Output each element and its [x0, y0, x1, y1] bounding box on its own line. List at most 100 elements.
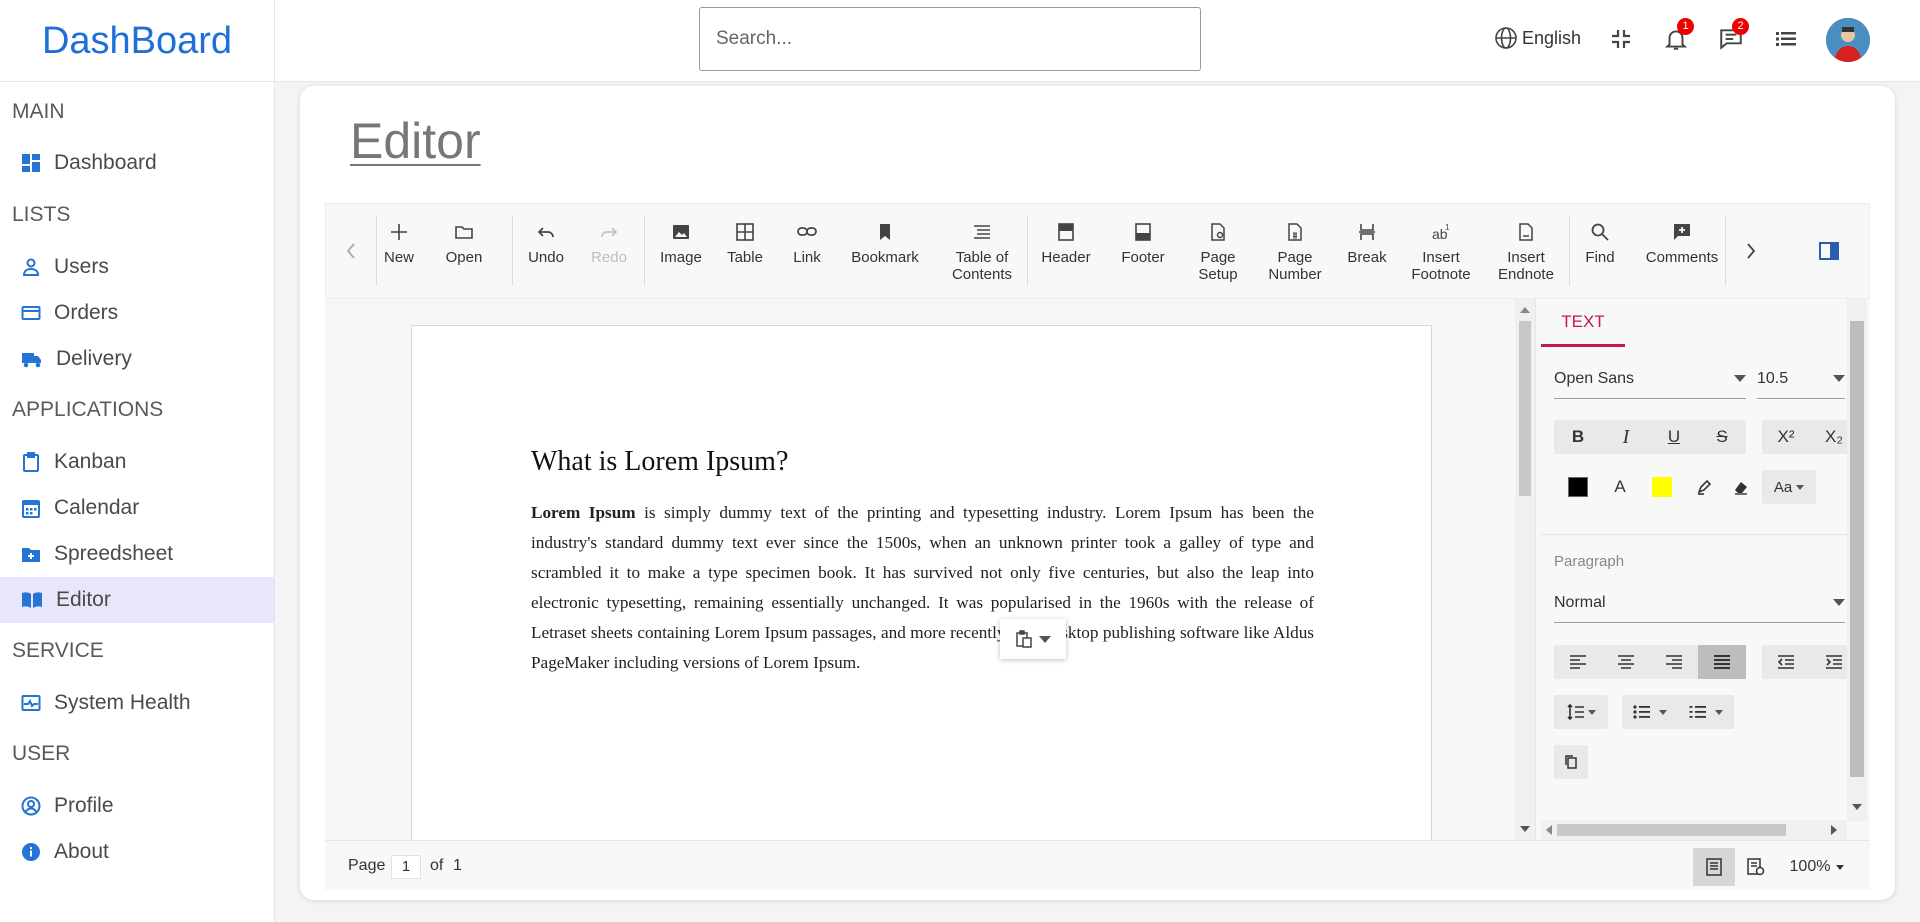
- font-family-dropdown[interactable]: Open Sans: [1554, 359, 1746, 399]
- scroll-up-arrow-icon: [1520, 307, 1530, 313]
- notifications-button[interactable]: 1: [1658, 18, 1694, 57]
- toc-icon: [972, 222, 992, 242]
- toolbar-break-button[interactable]: Break: [1346, 204, 1388, 298]
- fullscreen-exit-button[interactable]: [1603, 21, 1639, 57]
- tab-text[interactable]: TEXT: [1541, 299, 1625, 347]
- toolbar-new-button[interactable]: New: [378, 204, 420, 298]
- sidebar-item-delivery[interactable]: Delivery: [0, 336, 274, 382]
- sidebar-item-about[interactable]: About: [0, 829, 274, 875]
- font-size-dropdown[interactable]: 10.5: [1757, 359, 1845, 399]
- paragraph-style-dropdown[interactable]: Normal: [1554, 583, 1845, 623]
- messages-button[interactable]: 2: [1713, 18, 1749, 57]
- document-viewer[interactable]: What is Lorem Ipsum? Lorem Ipsum is simp…: [325, 299, 1515, 840]
- toolbar-table-of-contents-button[interactable]: Table of Contents: [945, 204, 1019, 298]
- superscript-button[interactable]: X²: [1762, 420, 1810, 454]
- search-input[interactable]: [699, 7, 1201, 71]
- bullet-list-icon: [1633, 704, 1651, 720]
- web-layout-button[interactable]: [1735, 848, 1777, 886]
- scrollbar-thumb[interactable]: [1557, 824, 1786, 836]
- toolbar-scroll-left-button[interactable]: [326, 204, 376, 298]
- toolbar-image-button[interactable]: Image: [655, 204, 707, 298]
- comment-add-icon: [1672, 222, 1692, 242]
- toolbar-page-number-button[interactable]: Page Number: [1266, 204, 1324, 298]
- sidebar-item-editor[interactable]: Editor: [0, 577, 274, 623]
- link-icon: [796, 222, 818, 242]
- indent-decrease-icon: [1777, 654, 1795, 670]
- sidebar-item-label: Calendar: [54, 496, 140, 519]
- line-spacing-dropdown[interactable]: [1554, 695, 1608, 729]
- paste-options-button[interactable]: [1000, 619, 1066, 659]
- indent-group: [1762, 645, 1858, 679]
- sidebar-item-label: Dashboard: [54, 151, 157, 174]
- sidebar-item-orders[interactable]: Orders: [0, 290, 274, 336]
- alignment-group: [1554, 645, 1746, 679]
- toolbar-redo-button[interactable]: Redo: [586, 204, 632, 298]
- paragraph-options-group: [1554, 745, 1588, 779]
- toolbar-comments-button[interactable]: Comments: [1642, 204, 1722, 298]
- list-menu-button[interactable]: [1768, 21, 1804, 57]
- toolbar-insert-endnote-button[interactable]: Insert Endnote: [1494, 204, 1558, 298]
- toolbar-find-button[interactable]: Find: [1580, 204, 1620, 298]
- page-title[interactable]: Editor: [350, 112, 481, 170]
- pane-horizontal-scrollbar[interactable]: [1541, 820, 1847, 840]
- toolbar-scroll-right-button[interactable]: [1726, 204, 1776, 298]
- decrease-indent-button[interactable]: [1762, 645, 1810, 679]
- sidebar-item-system-health[interactable]: System Health: [0, 680, 274, 726]
- avatar[interactable]: [1826, 18, 1870, 62]
- toolbar-link-button[interactable]: Link: [787, 204, 827, 298]
- align-right-button[interactable]: [1650, 645, 1698, 679]
- highlight-color-button[interactable]: [1638, 470, 1686, 504]
- scrollbar-thumb[interactable]: [1519, 321, 1531, 496]
- page-label: Page: [348, 857, 386, 874]
- language-selector[interactable]: English: [1494, 26, 1581, 50]
- justify-button[interactable]: [1698, 645, 1746, 679]
- sidebar-item-profile[interactable]: Profile: [0, 783, 274, 829]
- copy-icon: [1564, 754, 1578, 770]
- paragraph-dialog-button[interactable]: [1554, 745, 1588, 779]
- section-title-applications: APPLICATIONS: [12, 398, 164, 421]
- toolbar-header-button[interactable]: Header: [1038, 204, 1094, 298]
- toolbar-open-button[interactable]: Open: [441, 204, 487, 298]
- sidebar-item-dashboard[interactable]: Dashboard: [0, 140, 274, 186]
- current-page-input[interactable]: 1: [391, 855, 421, 879]
- toolbar-insert-footnote-button[interactable]: ab 1 Insert Footnote: [1408, 204, 1474, 298]
- toolbar-footer-button[interactable]: Footer: [1117, 204, 1169, 298]
- document-page[interactable]: What is Lorem Ipsum? Lorem Ipsum is simp…: [411, 325, 1432, 840]
- pane-vertical-scrollbar[interactable]: [1847, 299, 1867, 821]
- document-vertical-scrollbar[interactable]: [1515, 299, 1535, 840]
- print-layout-button[interactable]: [1693, 848, 1735, 886]
- bullet-list-dropdown[interactable]: [1622, 695, 1678, 729]
- document-paragraph[interactable]: Lorem Ipsum is simply dummy text of the …: [531, 498, 1314, 678]
- change-case-dropdown[interactable]: Aa: [1762, 470, 1816, 504]
- clear-formatting-button[interactable]: [1722, 470, 1760, 504]
- font-color-picker[interactable]: A: [1602, 470, 1638, 504]
- toolbar-table-button[interactable]: Table: [720, 204, 770, 298]
- font-color-button[interactable]: [1554, 470, 1602, 504]
- side-panel-icon: [1819, 242, 1839, 260]
- numbered-list-dropdown[interactable]: [1678, 695, 1734, 729]
- book-icon: [21, 590, 43, 610]
- align-left-button[interactable]: [1554, 645, 1602, 679]
- sidebar-item-spreedsheet[interactable]: Spreedsheet: [0, 531, 274, 577]
- bookmark-icon: [875, 222, 895, 242]
- underline-button[interactable]: U: [1650, 420, 1698, 454]
- toolbar-undo-button[interactable]: Undo: [522, 204, 570, 298]
- document-heading[interactable]: What is Lorem Ipsum?: [531, 446, 788, 478]
- strikethrough-button[interactable]: S: [1698, 420, 1746, 454]
- sidebar-item-users[interactable]: Users: [0, 244, 274, 290]
- italic-button[interactable]: I: [1602, 420, 1650, 454]
- zoom-dropdown[interactable]: 100%: [1781, 848, 1853, 886]
- section-title-lists: LISTS: [12, 203, 71, 226]
- toolbar-bookmark-button[interactable]: Bookmark: [849, 204, 921, 298]
- zoom-level: 100%: [1789, 858, 1831, 875]
- sidebar-item-kanban[interactable]: Kanban: [0, 439, 274, 485]
- brand-logo-text[interactable]: DashBoard: [42, 20, 232, 63]
- toolbar-page-setup-button[interactable]: Page Setup: [1193, 204, 1243, 298]
- highlight-button[interactable]: [1686, 470, 1722, 504]
- credit-card-icon: [21, 303, 41, 323]
- align-center-button[interactable]: [1602, 645, 1650, 679]
- properties-pane-toggle-button[interactable]: [1799, 204, 1859, 298]
- scrollbar-thumb[interactable]: [1850, 321, 1864, 777]
- sidebar-item-calendar[interactable]: Calendar: [0, 485, 274, 531]
- bold-button[interactable]: B: [1554, 420, 1602, 454]
